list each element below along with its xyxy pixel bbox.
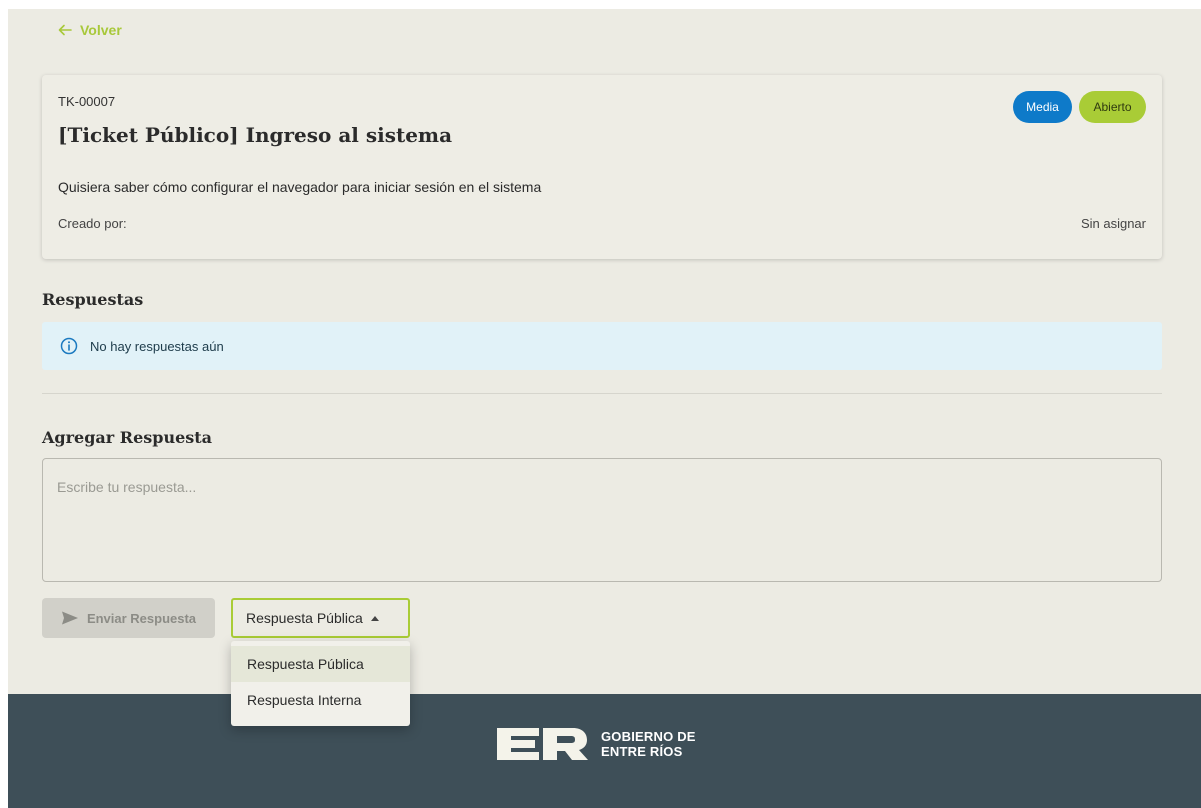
response-type-select[interactable]: Respuesta Pública: [231, 598, 410, 638]
status-badge: Abierto: [1079, 91, 1146, 123]
assignee: Sin asignar: [1080, 216, 1146, 231]
page: Volver TK-00007 [Ticket Público] Ingreso…: [8, 9, 1201, 808]
send-response-button[interactable]: Enviar Respuesta: [42, 598, 215, 638]
footer-logo: GOBIERNO DE ENTRE RÍOS: [497, 728, 696, 760]
back-link-label: Volver: [80, 22, 122, 38]
divider: [42, 393, 1162, 394]
no-responses-message: No hay respuestas aún: [90, 338, 224, 354]
responses-heading: Respuestas: [42, 290, 144, 309]
response-textarea[interactable]: [42, 458, 1162, 582]
send-icon: [61, 611, 78, 625]
response-type-menu: Respuesta Pública Respuesta Interna: [231, 641, 410, 726]
logo-text-line2: ENTRE RÍOS: [601, 744, 683, 759]
response-type-value: Respuesta Pública: [246, 610, 363, 626]
menu-item-public[interactable]: Respuesta Pública: [231, 646, 410, 682]
ticket-card: TK-00007 [Ticket Público] Ingreso al sis…: [42, 75, 1162, 259]
logo-text-line1: GOBIERNO DE: [601, 729, 696, 744]
priority-badge: Media: [1013, 91, 1072, 123]
created-by-label: Creado por:: [58, 216, 127, 231]
caret-up-icon: [370, 615, 379, 621]
ticket-description: Quisiera saber cómo configurar el navega…: [58, 179, 542, 195]
menu-item-internal[interactable]: Respuesta Interna: [231, 682, 410, 718]
ticket-id: TK-00007: [58, 94, 116, 109]
no-responses-alert: No hay respuestas aún: [42, 322, 1162, 370]
info-circle-icon: [60, 337, 78, 355]
arrow-left-icon: [58, 24, 72, 36]
add-response-heading: Agregar Respuesta: [42, 428, 213, 447]
send-response-label: Enviar Respuesta: [86, 610, 197, 626]
ticket-title: [Ticket Público] Ingreso al sistema: [58, 123, 453, 147]
footer: GOBIERNO DE ENTRE RÍOS: [8, 694, 1201, 808]
back-link[interactable]: Volver: [58, 22, 122, 38]
er-logo-icon: [497, 728, 588, 760]
